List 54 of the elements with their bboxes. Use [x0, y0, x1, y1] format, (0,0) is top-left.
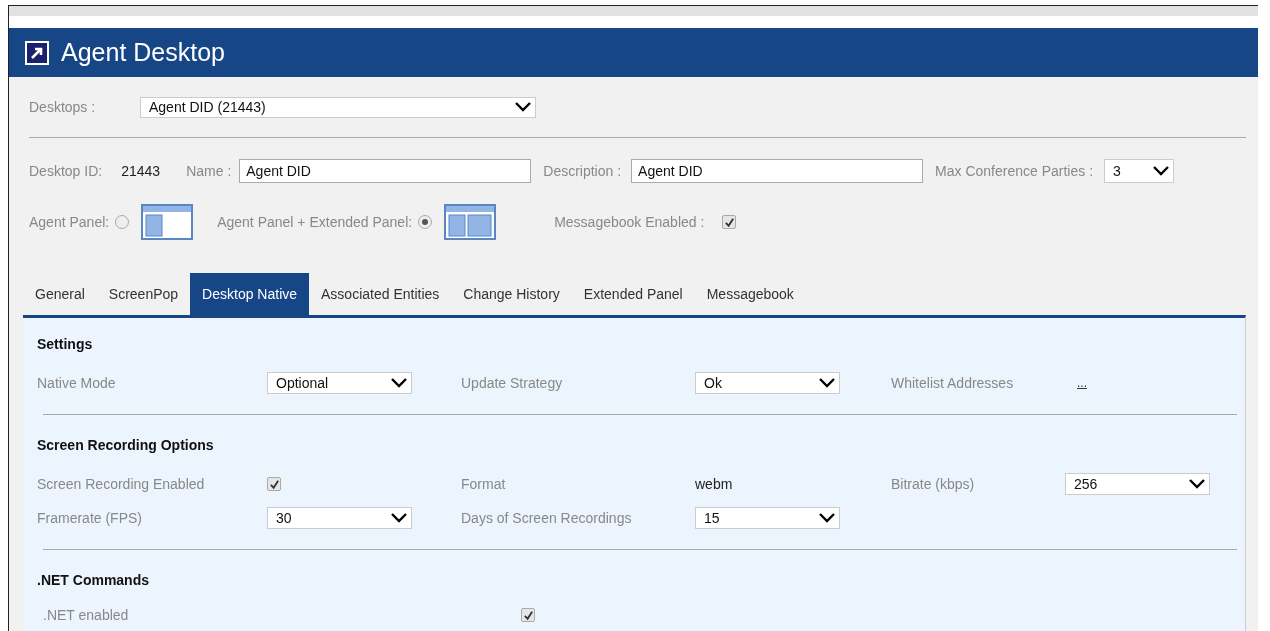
setting-label: Update Strategy	[461, 375, 564, 391]
tab[interactable]: ScreenPop	[96, 273, 191, 315]
page-title: Agent Desktop	[61, 38, 225, 67]
setting-label: Whitelist Addresses	[891, 375, 1015, 391]
desktop-id-label: Desktop ID:	[29, 163, 103, 179]
setting-label: Screen Recording Enabled	[37, 476, 206, 492]
setting-select[interactable]: Optional	[267, 372, 412, 394]
chevron-down-icon	[391, 378, 407, 388]
tab[interactable]: Messagebook	[694, 273, 806, 315]
section-title: .NET Commands	[37, 572, 150, 588]
setting-select[interactable]: 15	[695, 507, 840, 529]
checkbox[interactable]	[267, 477, 281, 491]
panel-option-label: Agent Panel:	[29, 214, 110, 230]
desktops-select[interactable]: Agent DID (21443)	[140, 96, 536, 118]
radio-button[interactable]	[115, 215, 130, 229]
chevron-down-icon	[819, 513, 835, 523]
radio-button[interactable]	[418, 215, 433, 229]
chevron-down-icon	[1189, 479, 1205, 489]
layout-icon	[141, 204, 194, 240]
desktops-label: Desktops :	[29, 99, 97, 115]
tab[interactable]: Change History	[451, 273, 572, 315]
description-label: Description :	[543, 163, 622, 179]
setting-select[interactable]: 256	[1065, 473, 1210, 495]
chevron-down-icon	[515, 102, 531, 112]
setting-value: webm	[695, 476, 733, 492]
chevron-down-icon	[1153, 166, 1170, 176]
setting-label: Format	[461, 476, 507, 492]
setting-label: .NET enabled	[43, 607, 130, 623]
setting-label: Native Mode	[37, 375, 117, 391]
setting-label: Days of Screen Recordings	[461, 510, 633, 526]
checkbox[interactable]	[521, 608, 535, 622]
messagebook-label: Messagebook Enabled :	[554, 214, 705, 230]
panel-option-label: Agent Panel + Extended Panel:	[217, 214, 413, 230]
tab[interactable]: Desktop Native	[190, 273, 310, 315]
setting-label: Bitrate (kbps)	[891, 476, 976, 492]
name-label: Name :	[186, 163, 232, 179]
layout-icon	[444, 204, 497, 240]
ellipsis-link[interactable]: ...	[1077, 376, 1087, 390]
name-field[interactable]: Agent DID	[239, 159, 532, 183]
description-field[interactable]: Agent DID	[631, 159, 924, 183]
section-title: Settings	[37, 336, 94, 352]
tab[interactable]: Associated Entities	[309, 273, 452, 315]
max-parties-label: Max Conference Parties :	[935, 163, 1094, 179]
checkbox[interactable]	[722, 215, 737, 229]
chevron-down-icon	[819, 378, 835, 388]
tab[interactable]: Extended Panel	[571, 273, 695, 315]
chevron-down-icon	[391, 513, 407, 523]
setting-select[interactable]: Ok	[695, 372, 840, 394]
setting-select[interactable]: 30	[267, 507, 412, 529]
setting-label: Framerate (FPS)	[37, 510, 143, 526]
section-title: Screen Recording Options	[37, 437, 215, 453]
desktop-id-value: 21443	[121, 163, 162, 179]
max-parties-select[interactable]: 3	[1104, 159, 1175, 183]
tab[interactable]: General	[23, 273, 97, 315]
